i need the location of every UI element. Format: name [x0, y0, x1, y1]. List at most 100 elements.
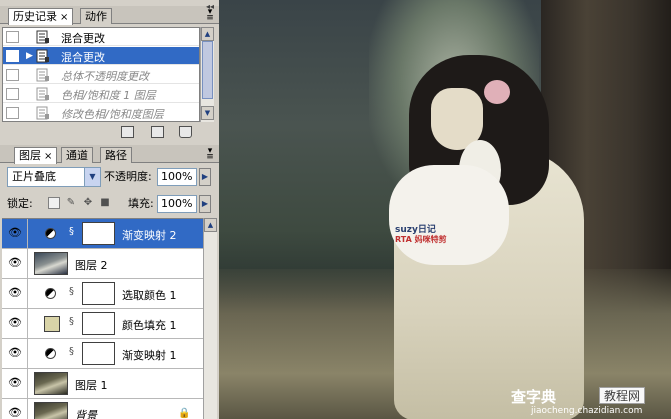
- history-item[interactable]: 混合更改: [3, 28, 199, 46]
- layers-tabbar: 图层 × 通道 路径 ▾ ≡: [0, 145, 219, 164]
- bunny-print-text-2: RTA 妈咪特剪: [395, 235, 447, 244]
- visibility-cell[interactable]: 👁: [2, 219, 28, 248]
- visibility-cell[interactable]: 👁: [2, 399, 28, 419]
- opacity-label: 不透明度:: [104, 170, 152, 183]
- new-document-from-state-icon[interactable]: [121, 126, 134, 138]
- scroll-down-icon[interactable]: ▼: [201, 106, 214, 120]
- plush-bunny: [389, 165, 509, 265]
- layers-scrollbar[interactable]: ▲: [203, 218, 217, 419]
- visibility-cell[interactable]: 👁: [2, 339, 28, 368]
- lock-all-icon[interactable]: ■: [99, 197, 111, 209]
- history-item-label: 混合更改: [61, 51, 105, 64]
- eye-icon[interactable]: 👁: [7, 377, 23, 389]
- lock-brush-icon[interactable]: ✎: [65, 197, 77, 209]
- scroll-up-icon[interactable]: ▲: [201, 27, 214, 41]
- document-icon: [36, 87, 49, 101]
- layer-row-layer-2[interactable]: 👁 图层 2: [2, 249, 203, 279]
- history-item-label: 总体不透明度更改: [61, 70, 149, 83]
- blend-mode-select[interactable]: 正片叠底 ▼: [7, 167, 101, 187]
- tab-layers-label: 图层: [19, 149, 41, 162]
- document-icon: [36, 68, 49, 82]
- tab-actions[interactable]: 动作: [80, 8, 112, 24]
- panel-menu-icon[interactable]: ▾ ≡: [204, 147, 216, 162]
- link-icon[interactable]: §: [69, 226, 74, 237]
- eye-icon[interactable]: 👁: [7, 257, 23, 269]
- document-icon: [36, 30, 49, 44]
- history-item-label: 修改色相/饱和度图层: [61, 108, 164, 121]
- tab-paths[interactable]: 路径: [100, 147, 132, 163]
- history-tabbar: 历史记录 × 动作 ▾ ≡: [0, 6, 219, 25]
- history-item[interactable]: 总体不透明度更改: [3, 66, 199, 84]
- tab-channels[interactable]: 通道: [61, 147, 93, 163]
- layer-row-layer-1[interactable]: 👁 图层 1: [2, 369, 203, 399]
- visibility-cell[interactable]: 👁: [2, 249, 28, 278]
- opacity-input[interactable]: 100%: [157, 168, 197, 186]
- layer-thumbnail[interactable]: [34, 252, 68, 275]
- scroll-thumb[interactable]: [202, 41, 213, 99]
- tab-history-label: 历史记录: [13, 10, 57, 23]
- lock-fill-row: 锁定: ✎ ✥ ■ 填充: 100% ▶: [0, 192, 219, 216]
- tab-history[interactable]: 历史记录 ×: [8, 8, 74, 25]
- eye-icon[interactable]: 👁: [7, 227, 23, 239]
- eye-icon[interactable]: 👁: [7, 317, 23, 329]
- layer-row-color-fill-1[interactable]: 👁 § 颜色填充 1: [2, 309, 203, 339]
- layer-thumbnail[interactable]: [34, 372, 68, 395]
- adjustment-layer-icon: [45, 228, 56, 239]
- blend-opacity-row: 正片叠底 ▼ 不透明度: 100% ▶: [0, 165, 219, 189]
- trash-icon[interactable]: [179, 126, 192, 138]
- history-item[interactable]: 修改色相/饱和度图层: [3, 104, 199, 121]
- document-icon: [36, 106, 49, 120]
- history-item[interactable]: 色相/饱和度 1 图层: [3, 85, 199, 103]
- collapse-icon[interactable]: ◂◂: [206, 2, 214, 11]
- layers-list: 👁 § 渐变映射 2 👁 图层 2 👁 § 选取颜色 1 👁 § 颜色填充 1 …: [2, 218, 203, 419]
- link-icon[interactable]: §: [69, 316, 74, 327]
- fill-slider-arrow-icon[interactable]: ▶: [199, 195, 211, 213]
- fill-input[interactable]: 100%: [157, 195, 197, 213]
- lock-transparency-icon[interactable]: [48, 197, 60, 209]
- tab-channels-label: 通道: [66, 149, 88, 162]
- eye-icon[interactable]: 👁: [7, 407, 23, 419]
- snapshot-icon[interactable]: [151, 126, 164, 138]
- eye-icon[interactable]: 👁: [7, 287, 23, 299]
- layer-mask-thumbnail[interactable]: [82, 282, 115, 305]
- close-icon[interactable]: ×: [60, 12, 68, 23]
- layer-row-gradient-map-2[interactable]: 👁 § 渐变映射 2: [2, 219, 203, 249]
- layer-row-background[interactable]: 👁 背景 🔒: [2, 399, 203, 419]
- eye-icon[interactable]: 👁: [7, 347, 23, 359]
- close-icon[interactable]: ×: [44, 151, 52, 162]
- watermark-url: jiaocheng.chazidian.com: [531, 406, 643, 416]
- adjustment-layer-icon: [45, 348, 56, 359]
- layer-thumbnail[interactable]: [34, 402, 68, 419]
- history-item-current[interactable]: ▶ 混合更改: [3, 47, 199, 65]
- snapshot-source-checkbox[interactable]: [6, 107, 19, 119]
- chevron-down-icon[interactable]: ▼: [84, 168, 100, 186]
- link-icon[interactable]: §: [69, 286, 74, 297]
- tab-paths-label: 路径: [105, 149, 127, 162]
- layer-row-selective-color-1[interactable]: 👁 § 选取颜色 1: [2, 279, 203, 309]
- hair-flower: [484, 80, 510, 104]
- layer-mask-thumbnail[interactable]: [82, 312, 115, 335]
- left-panels: 历史记录 × 动作 ▾ ≡ ◂◂ 混合更改 ▶ 混合更改 总体不透明度更改 色相/饱…: [0, 0, 219, 419]
- snapshot-source-checkbox[interactable]: [6, 50, 19, 62]
- visibility-cell[interactable]: 👁: [2, 279, 28, 308]
- history-footer: [0, 123, 219, 141]
- watermark-main: 查字典: [511, 388, 557, 406]
- opacity-slider-arrow-icon[interactable]: ▶: [199, 168, 211, 186]
- layer-row-gradient-map-1[interactable]: 👁 § 渐变映射 1: [2, 339, 203, 369]
- snapshot-source-checkbox[interactable]: [6, 88, 19, 100]
- tab-actions-label: 动作: [85, 10, 107, 23]
- document-canvas[interactable]: suzy日记 RTA 妈咪特剪 查字典 教程网 jiaocheng.chazid…: [219, 0, 671, 419]
- visibility-cell[interactable]: 👁: [2, 309, 28, 338]
- link-icon[interactable]: §: [69, 346, 74, 357]
- tab-layers[interactable]: 图层 ×: [14, 147, 58, 164]
- snapshot-source-checkbox[interactable]: [6, 69, 19, 81]
- scroll-up-icon[interactable]: ▲: [204, 218, 217, 232]
- history-item-label: 混合更改: [61, 32, 105, 45]
- history-scrollbar[interactable]: ▲ ▼: [200, 27, 214, 122]
- lock-move-icon[interactable]: ✥: [82, 197, 94, 209]
- layer-mask-thumbnail[interactable]: [82, 342, 115, 365]
- snapshot-source-checkbox[interactable]: [6, 31, 19, 43]
- fill-color-swatch[interactable]: [44, 316, 60, 332]
- visibility-cell[interactable]: 👁: [2, 369, 28, 398]
- layer-mask-thumbnail[interactable]: [82, 222, 115, 245]
